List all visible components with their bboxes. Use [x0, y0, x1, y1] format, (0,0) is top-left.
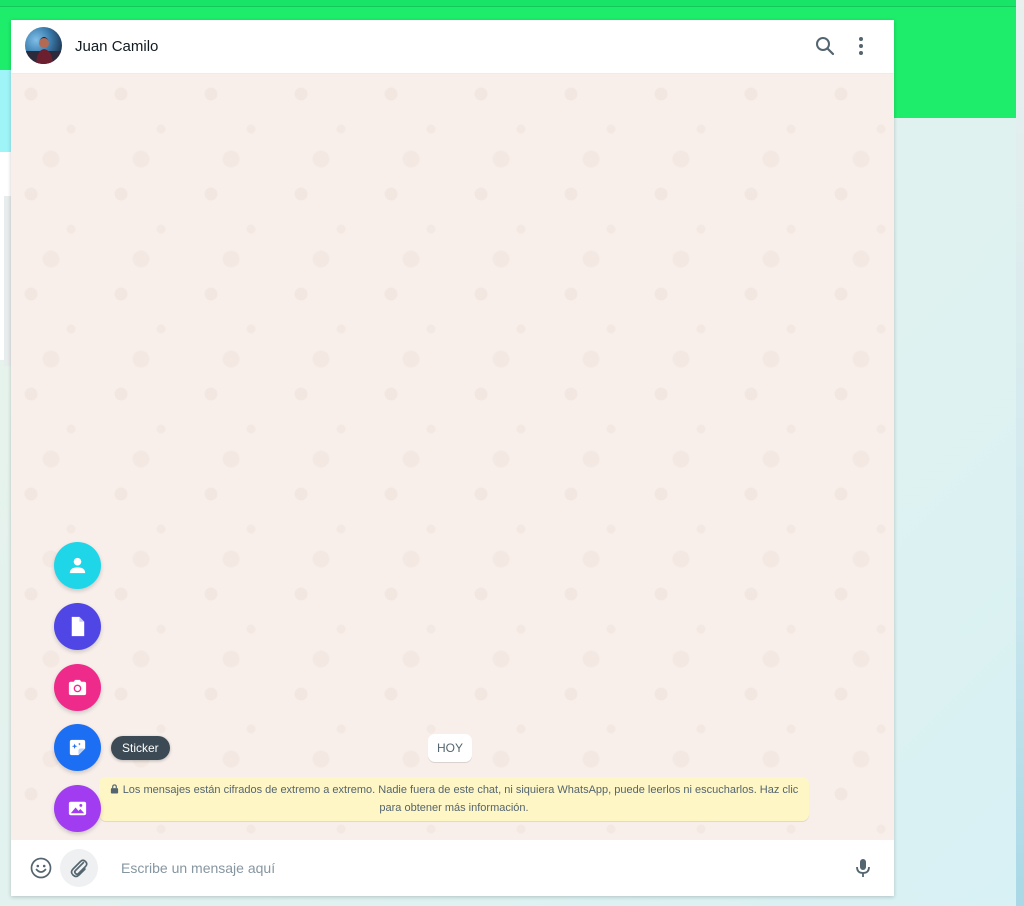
avatar-photo-icon — [25, 37, 62, 64]
contact-name[interactable]: Juan Camilo — [75, 38, 158, 55]
menu-dots-icon[interactable] — [849, 34, 873, 58]
photo-icon — [68, 801, 87, 816]
message-area[interactable]: HOY Los mensajes están cifrados de extre… — [11, 74, 894, 840]
sticker-tooltip: Sticker — [111, 736, 170, 760]
document-icon — [71, 616, 85, 637]
attach-button[interactable] — [60, 849, 98, 887]
microphone-icon[interactable] — [851, 856, 875, 880]
encryption-notice-text: Los mensajes están cifrados de extremo a… — [122, 784, 799, 814]
attach-contact-button[interactable] — [54, 542, 101, 589]
app-top-band-edge — [0, 0, 1016, 6]
lock-icon — [110, 784, 118, 794]
paperclip-icon — [70, 859, 88, 878]
attach-camera-button[interactable] — [54, 664, 101, 711]
emoji-icon[interactable] — [29, 856, 53, 880]
camera-icon — [68, 679, 87, 696]
attach-document-button[interactable] — [54, 603, 101, 650]
encryption-notice[interactable]: Los mensajes están cifrados de extremo a… — [99, 777, 809, 821]
composer-bar — [11, 840, 894, 896]
day-divider: HOY — [428, 734, 472, 762]
message-input[interactable] — [111, 852, 811, 884]
search-icon[interactable] — [813, 34, 837, 58]
right-edge — [1016, 0, 1024, 906]
sticker-icon — [69, 739, 86, 756]
contact-avatar[interactable] — [25, 27, 62, 64]
chat-header: Juan Camilo — [11, 20, 894, 74]
attach-sticker-button[interactable] — [54, 724, 101, 771]
chat-window: Juan Camilo HOY Los mensajes están cifra… — [11, 20, 894, 896]
attach-photo-button[interactable] — [54, 785, 101, 832]
contact-icon — [69, 557, 86, 574]
